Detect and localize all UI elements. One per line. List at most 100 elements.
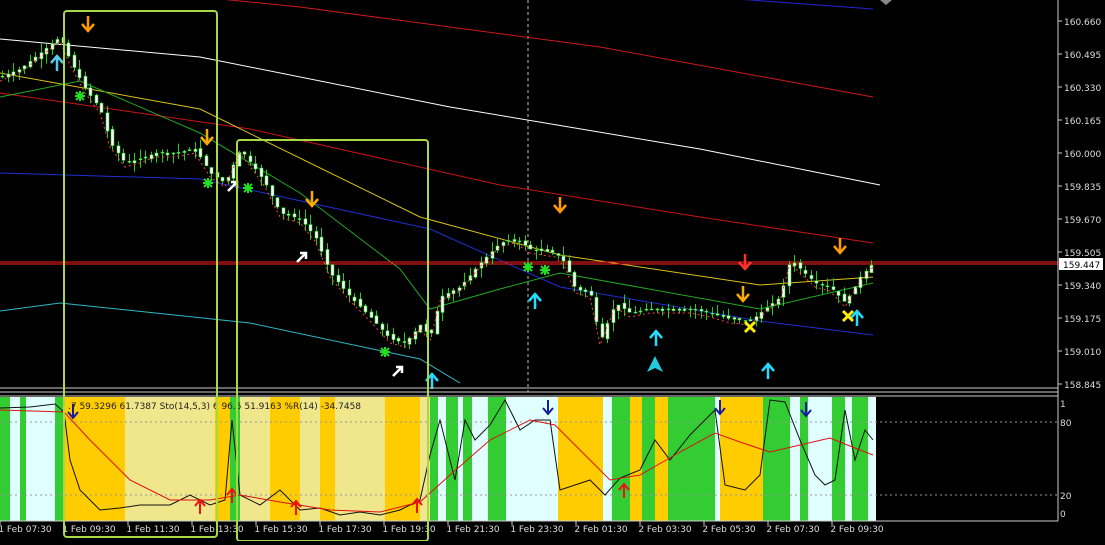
x-tick-label: 1 Feb 23:30 <box>510 525 564 535</box>
candle-body <box>517 240 522 243</box>
candle-body <box>352 296 357 302</box>
y-tick-label: 160.000 <box>1064 150 1101 160</box>
y-tick-label: 159.340 <box>1064 282 1101 292</box>
candle-body <box>550 249 555 253</box>
y-tick-label: 160.495 <box>1064 51 1101 61</box>
candle-body <box>528 244 533 250</box>
signal-strip-30 <box>655 397 668 521</box>
candle-body <box>699 309 704 312</box>
sub-y-label: 0 <box>1060 510 1066 520</box>
candle-body <box>858 276 863 288</box>
candle-body <box>374 315 379 324</box>
candle-body <box>451 290 456 295</box>
candle-body <box>682 308 687 311</box>
signal-strip-3 <box>26 397 55 521</box>
candle-body <box>506 240 511 242</box>
y-tick-label: 158.845 <box>1064 381 1101 391</box>
candle-body <box>715 313 720 316</box>
candle-body <box>748 319 753 322</box>
candle-body <box>198 148 203 158</box>
candle-body <box>330 264 335 276</box>
signal-strip-41 <box>868 397 876 521</box>
candle-body <box>545 249 550 252</box>
candle-body <box>358 298 363 307</box>
candle-body <box>842 293 847 302</box>
candle-body <box>77 68 82 79</box>
candle-body <box>567 260 572 273</box>
candle-body <box>605 322 610 340</box>
candle-body <box>50 43 55 50</box>
star-icon <box>203 178 213 188</box>
current-price-label: 159.447 <box>1063 261 1100 271</box>
candle-body <box>105 112 110 132</box>
candle-body <box>539 248 544 252</box>
candle-body <box>275 197 280 208</box>
candle-body <box>814 280 819 284</box>
candle-body <box>242 151 247 155</box>
star-icon <box>523 262 533 272</box>
candle-body <box>193 148 198 152</box>
candle-body <box>143 156 148 159</box>
candle-body <box>638 310 643 313</box>
candle-body <box>501 242 506 246</box>
candle-body <box>165 152 170 156</box>
trading-chart[interactable]: .7 59.3296 61.7387 Sto(14,5,3) 6 96.5 51… <box>0 0 1105 542</box>
candle-body <box>561 255 566 262</box>
candle-body <box>308 224 313 232</box>
sub-y-label: 1 <box>1060 400 1066 410</box>
candle-body <box>847 295 852 304</box>
chart-svg[interactable]: .7 59.3296 61.7387 Sto(14,5,3) 6 96.5 51… <box>0 0 1105 542</box>
candle-body <box>655 308 660 311</box>
candle-body <box>644 308 649 311</box>
candle-body <box>666 308 671 311</box>
signal-strip-31 <box>668 397 715 521</box>
candle-body <box>209 167 214 174</box>
candle-body <box>347 288 352 296</box>
candle-body <box>732 317 737 320</box>
candle-body <box>270 185 275 197</box>
candle-body <box>380 323 385 330</box>
candle-body <box>121 152 126 161</box>
candle-body <box>341 280 346 289</box>
candle-body <box>440 295 445 313</box>
candle-body <box>149 154 154 160</box>
candle-body <box>83 75 88 89</box>
y-tick-label: 160.165 <box>1064 117 1101 127</box>
candle-body <box>138 158 143 161</box>
candle-body <box>743 320 748 322</box>
signal-strip-1 <box>10 397 20 521</box>
candle-body <box>99 102 104 113</box>
candle-body <box>803 269 808 274</box>
x-tick-label: 2 Feb 09:30 <box>830 525 884 535</box>
candle-body <box>402 341 407 343</box>
candle-body <box>363 305 368 313</box>
candle-body <box>534 249 539 252</box>
candle-body <box>572 271 577 287</box>
candle-body <box>0 75 5 78</box>
candle-body <box>281 207 286 215</box>
signal-strip-34 <box>763 397 790 521</box>
candle-body <box>457 287 462 291</box>
candle-body <box>187 149 192 152</box>
candle-body <box>116 145 121 154</box>
candle-body <box>292 213 297 218</box>
signal-strip-33 <box>720 397 763 521</box>
candle-body <box>336 274 341 283</box>
x-tick-label: 1 Feb 09:30 <box>62 525 116 535</box>
candle-body <box>677 308 682 311</box>
y-tick-label: 159.175 <box>1064 315 1101 325</box>
x-tick-label: 1 Feb 11:30 <box>126 525 180 535</box>
candle-body <box>204 155 209 167</box>
x-tick-label: 2 Feb 03:30 <box>638 525 692 535</box>
candle-body <box>594 297 599 323</box>
signal-strip-21 <box>472 397 488 521</box>
candle-body <box>72 54 77 68</box>
sub-y-label: 80 <box>1060 419 1072 429</box>
signal-strip-18 <box>446 397 458 521</box>
signal-strip-13 <box>335 397 385 521</box>
signal-strip-28 <box>630 397 642 521</box>
candle-body <box>264 175 269 186</box>
candle-body <box>94 94 99 104</box>
candle-body <box>484 256 489 264</box>
x-tick-label: 2 Feb 07:30 <box>766 525 820 535</box>
